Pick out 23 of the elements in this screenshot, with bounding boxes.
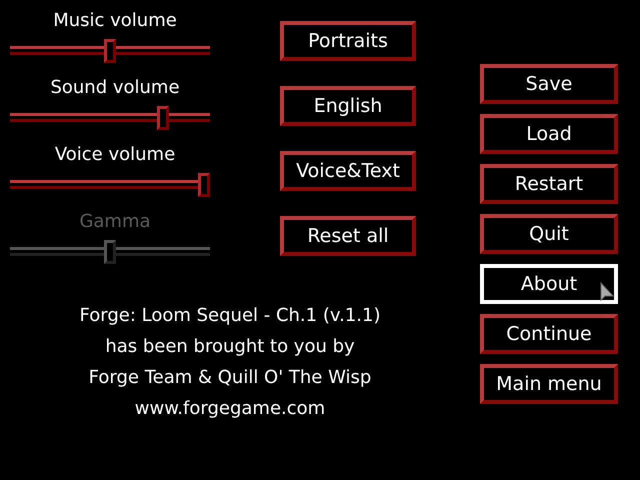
slider-thumb[interactable]	[198, 173, 210, 197]
slider-thumb[interactable]	[104, 39, 116, 63]
credits-line: has been brought to you by	[104, 335, 356, 359]
menu-button[interactable]: Load	[480, 114, 618, 154]
slider-thumb[interactable]	[156, 106, 169, 130]
option-button[interactable]: Reset all	[280, 216, 416, 256]
slider-label: Sound volume	[49, 76, 181, 100]
credits-line: Forge Team & Quill O' The Wisp	[88, 366, 372, 390]
option-button[interactable]: Portraits	[280, 21, 416, 61]
slider-label: Music volume	[52, 9, 178, 33]
slider-label: Voice volume	[54, 143, 176, 167]
menu-button[interactable]: Main menu	[480, 364, 618, 404]
credits-line: www.forgegame.com	[134, 397, 326, 421]
credits-line: Forge: Loom Sequel - Ch.1 (v.1.1)	[78, 304, 382, 328]
menu-button[interactable]: About	[480, 264, 618, 304]
menu-button[interactable]: Save	[480, 64, 618, 104]
menu-button[interactable]: Continue	[480, 314, 618, 354]
menu-button[interactable]: Quit	[480, 214, 618, 254]
slider-label: Gamma	[78, 210, 152, 234]
cursor-icon	[600, 282, 614, 302]
option-button[interactable]: Voice&Text	[280, 151, 416, 191]
menu-button[interactable]: Restart	[480, 164, 618, 204]
option-button[interactable]: English	[280, 86, 416, 126]
